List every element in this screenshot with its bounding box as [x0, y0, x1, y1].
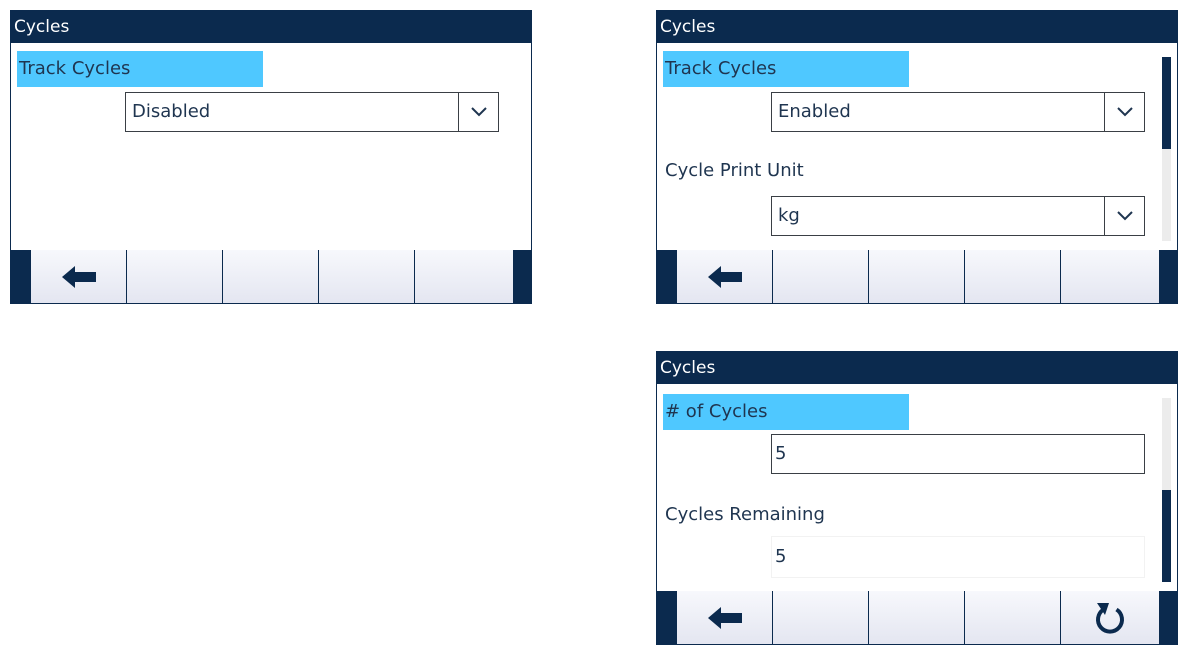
track-cycles-label: Track Cycles — [17, 51, 263, 87]
track-cycles-value: Enabled — [778, 101, 851, 122]
track-cycles-select[interactable]: Disabled — [125, 92, 499, 132]
left-arrow-icon — [707, 265, 742, 288]
softkey-4[interactable] — [965, 250, 1061, 303]
softkey-5[interactable] — [1061, 250, 1159, 303]
reset-softkey[interactable] — [1061, 591, 1159, 644]
softkey-3[interactable] — [223, 250, 319, 303]
screen-title: Cycles — [11, 11, 531, 43]
cycles-remaining-label: Cycles Remaining — [665, 504, 825, 525]
cycles-screen-enabled: Cycles Track Cycles Enabled Cycle Print … — [656, 10, 1178, 304]
exit-softkey[interactable] — [677, 591, 773, 644]
cycles-screen-count: Cycles # of Cycles 5 Cycles Remaining 5 — [656, 351, 1178, 645]
softkey-bar — [11, 250, 531, 303]
softkey-2[interactable] — [127, 250, 223, 303]
left-arrow-icon — [61, 265, 96, 288]
softkey-3[interactable] — [869, 591, 965, 644]
softkey-bar — [657, 591, 1177, 644]
softkey-3[interactable] — [869, 250, 965, 303]
cycles-remaining-value: 5 — [775, 546, 787, 567]
chevron-down-icon[interactable] — [1104, 93, 1144, 131]
cycle-print-unit-value: kg — [778, 205, 800, 226]
softkey-4[interactable] — [319, 250, 415, 303]
cycle-print-unit-select[interactable]: kg — [771, 196, 1145, 236]
exit-softkey[interactable] — [31, 250, 127, 303]
softkey-2[interactable] — [773, 591, 869, 644]
cycle-print-unit-label: Cycle Print Unit — [665, 160, 804, 181]
softkey-4[interactable] — [965, 591, 1061, 644]
scrollbar-thumb[interactable] — [1162, 57, 1171, 149]
cycles-remaining-field: 5 — [771, 536, 1145, 578]
softkey-2[interactable] — [773, 250, 869, 303]
softkey-bar — [657, 250, 1177, 303]
left-arrow-icon — [707, 606, 742, 629]
circular-arrow-icon — [1096, 602, 1124, 634]
track-cycles-label: Track Cycles — [663, 51, 909, 87]
num-cycles-value: 5 — [775, 443, 787, 464]
softkey-5[interactable] — [415, 250, 513, 303]
chevron-down-icon[interactable] — [1104, 197, 1144, 235]
chevron-down-icon[interactable] — [458, 93, 498, 131]
exit-softkey[interactable] — [677, 250, 773, 303]
screen-title: Cycles — [657, 352, 1177, 384]
scrollbar-thumb[interactable] — [1162, 490, 1171, 582]
track-cycles-select[interactable]: Enabled — [771, 92, 1145, 132]
cycles-screen-disabled: Cycles Track Cycles Disabled — [10, 10, 532, 304]
num-cycles-input[interactable]: 5 — [771, 434, 1145, 474]
track-cycles-value: Disabled — [132, 101, 211, 122]
screen-title: Cycles — [657, 11, 1177, 43]
num-cycles-label: # of Cycles — [663, 394, 909, 430]
